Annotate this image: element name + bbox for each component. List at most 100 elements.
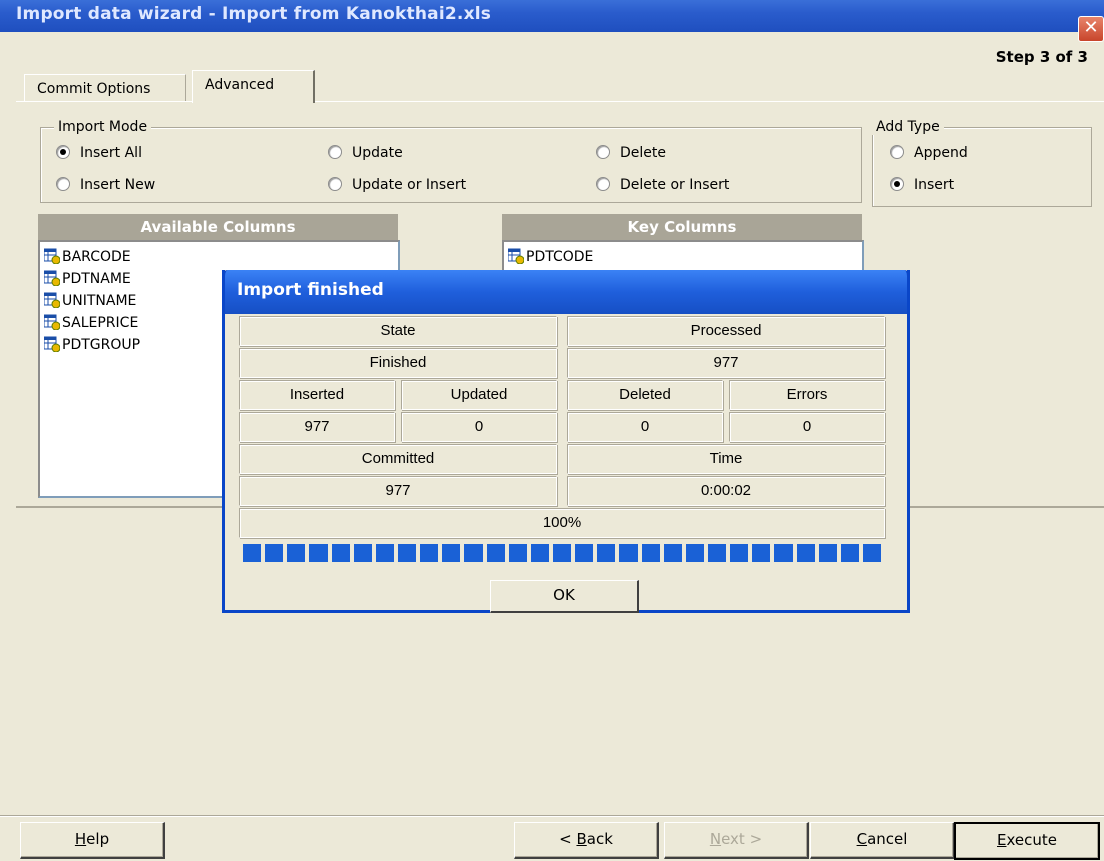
progress-block (685, 544, 704, 562)
deleted-label: Deleted (567, 380, 723, 410)
dialog-title: Import finished (237, 280, 384, 300)
radio-dot (328, 177, 342, 191)
progress-block (265, 544, 284, 562)
list-item[interactable]: SALEPRICE (43, 312, 139, 334)
database-field-icon (507, 248, 525, 265)
errors-label: Errors (729, 380, 885, 410)
list-item-label: SALEPRICE (62, 315, 139, 331)
progress-block (730, 544, 749, 562)
tab-commit-options[interactable]: Commit Options (24, 74, 186, 101)
radio-label: Update or Insert (352, 177, 467, 193)
radio-update[interactable]: Update (328, 145, 403, 161)
radio-label: Delete or Insert (620, 177, 730, 193)
progress-block (486, 544, 505, 562)
progress-block (530, 544, 549, 562)
progress-block (707, 544, 727, 562)
list-item[interactable]: PDTGROUP (43, 334, 141, 356)
list-item[interactable]: UNITNAME (43, 290, 136, 312)
errors-value: 0 (729, 412, 885, 442)
radio-label: Update (352, 145, 403, 161)
progress-block (397, 544, 417, 562)
ok-button[interactable]: OK (490, 580, 639, 613)
progress-percent: 100% (239, 508, 885, 538)
progress-block (818, 544, 837, 562)
radio-label: Insert All (80, 145, 142, 161)
inserted-label: Inserted (239, 380, 395, 410)
radio-append[interactable]: Append (890, 145, 968, 161)
radio-dot (890, 177, 904, 191)
key-columns-header: Key Columns (502, 214, 862, 240)
updated-label: Updated (401, 380, 557, 410)
progress-block (840, 544, 859, 562)
close-button[interactable]: ✕ (1078, 16, 1104, 42)
list-item[interactable]: BARCODE (43, 246, 131, 268)
list-item[interactable]: PDTNAME (43, 268, 131, 290)
import-finished-dialog: Import finished State Processed Finished… (222, 270, 910, 613)
radio-dot (56, 177, 70, 191)
back-button[interactable]: < Back (514, 822, 659, 859)
radio-label: Append (914, 145, 968, 161)
radio-delete[interactable]: Delete (596, 145, 666, 161)
progress-block (309, 544, 328, 562)
inserted-value: 977 (239, 412, 395, 442)
progress-block (442, 544, 461, 562)
progress-block (862, 544, 882, 562)
progress-block (641, 544, 660, 562)
progress-block (575, 544, 594, 562)
radio-dot (596, 177, 610, 191)
import-mode-legend: Import Mode (54, 119, 152, 135)
database-field-icon (43, 336, 61, 353)
progress-block (752, 544, 771, 562)
radio-update-or-insert[interactable]: Update or Insert (328, 177, 466, 193)
execute-button[interactable]: Execute (954, 822, 1100, 860)
progress-block (331, 544, 350, 562)
progress-block (796, 544, 815, 562)
list-item-label: PDTNAME (62, 271, 131, 287)
radio-insert-all[interactable]: Insert All (56, 145, 142, 161)
tab-label: Advanced (205, 77, 275, 93)
radio-insert[interactable]: Insert (890, 177, 954, 193)
step-indicator: Step 3 of 3 (995, 48, 1088, 66)
radio-delete-or-insert[interactable]: Delete or Insert (596, 177, 729, 193)
available-columns-header: Available Columns (38, 214, 398, 240)
progress-block (420, 544, 439, 562)
bottom-separator (0, 815, 1104, 817)
database-field-icon (43, 270, 61, 287)
tab-advanced[interactable]: Advanced (192, 70, 315, 103)
title-bar: Import data wizard - Import from Kanokth… (0, 0, 1104, 32)
time-label: Time (567, 444, 885, 474)
progress-block (353, 544, 372, 562)
radio-label: Insert (914, 177, 955, 193)
next-button[interactable]: Next > (664, 822, 809, 859)
processed-label: Processed (567, 316, 885, 346)
database-field-icon (43, 248, 61, 265)
add-type-legend: Add Type (872, 119, 944, 135)
window-title: Import data wizard - Import from Kanokth… (16, 4, 492, 24)
tab-label: Commit Options (37, 81, 151, 97)
help-button[interactable]: Help (20, 822, 165, 859)
progress-block (464, 544, 483, 562)
radio-label: Delete (620, 145, 666, 161)
progress-block (663, 544, 682, 562)
progress-block (243, 544, 262, 562)
progress-block (375, 544, 394, 562)
progress-block (597, 544, 616, 562)
progress-block (508, 544, 527, 562)
radio-dot (890, 145, 904, 159)
state-label: State (239, 316, 557, 346)
progress-block (552, 544, 572, 562)
list-item-label: PDTGROUP (62, 337, 141, 353)
add-type-group (872, 127, 1092, 207)
list-item-label: PDTCODE (526, 249, 594, 265)
dialog-title-bar: Import finished (222, 270, 910, 314)
cancel-button[interactable]: Cancel (810, 822, 955, 859)
database-field-icon (43, 314, 61, 331)
radio-label: Insert New (80, 177, 156, 193)
state-value: Finished (239, 348, 557, 378)
progress-bar (243, 544, 882, 562)
committed-label: Committed (239, 444, 557, 474)
list-item-label: BARCODE (62, 249, 131, 265)
list-item[interactable]: PDTCODE (507, 246, 594, 268)
radio-insert-new[interactable]: Insert New (56, 177, 155, 193)
time-value: 0:00:02 (567, 476, 885, 506)
